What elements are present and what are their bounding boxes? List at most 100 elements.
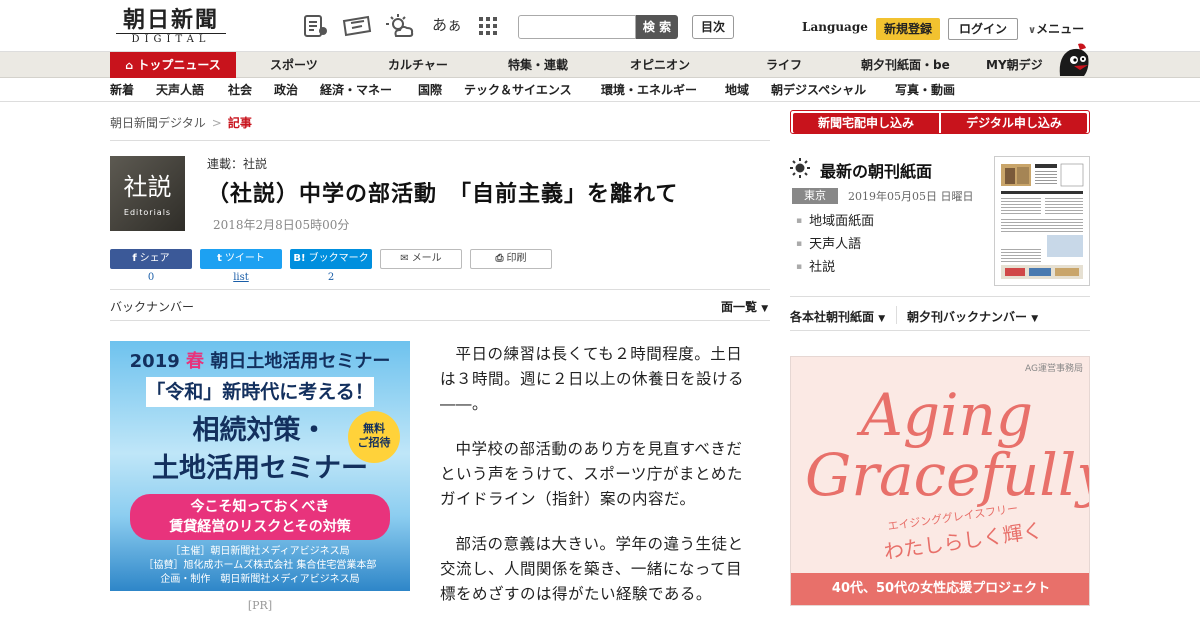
page-list-label: 面一覧 <box>721 300 758 314</box>
ad-headline: 2019 春 朝日土地活用セミナー <box>110 347 410 373</box>
hatena-share-count: 2 <box>327 272 335 283</box>
nav-tech-science[interactable]: テック＆サイエンス <box>464 78 572 102</box>
subscribe-buttons: 新聞宅配申し込み デジタル申し込み <box>790 110 1090 134</box>
ad-word-gracefully: Gracefully <box>805 441 1090 509</box>
share-label: ブックマーク <box>308 253 369 264</box>
ad-spring: 春 <box>186 351 205 372</box>
site-logo[interactable]: 朝日新聞 DIGITAL <box>112 8 230 46</box>
nav-environment[interactable]: 環境・エネルギー <box>601 78 697 102</box>
honsha-edition-dropdown[interactable]: 各本社朝刊紙面 ▼ <box>790 308 885 325</box>
ad-year: 2019 <box>129 351 180 372</box>
menu-button[interactable]: ∨メニュー <box>1028 20 1084 37</box>
divider <box>790 296 1090 297</box>
home-delivery-button[interactable]: 新聞宅配申し込み <box>793 113 939 133</box>
menu-label: メニュー <box>1036 22 1085 36</box>
mascot-icon[interactable] <box>1054 40 1092 78</box>
caret-down-icon: ▼ <box>761 304 769 314</box>
badge-line1: 無料 <box>363 422 385 435</box>
pink-line1: 今こそ知っておくべき <box>190 499 330 515</box>
nav-opinion[interactable]: オピニオン <box>630 52 690 78</box>
facebook-share-count: 0 <box>147 272 155 283</box>
nav-features[interactable]: 特集・連載 <box>508 52 568 78</box>
breadcrumb-separator: > <box>211 116 222 130</box>
paragraph: 平日の練習は長くても２時間程度。土日は３時間。週に２日以上の休養日を設ける――。 <box>440 345 745 413</box>
latest-morning-edition-title[interactable]: 最新の朝刊紙面 <box>820 158 932 182</box>
region-badge: 東京 <box>792 188 838 204</box>
article-title: （社説）中学の部活動 「自前主義」を離れて <box>207 182 679 207</box>
grid-menu-icon[interactable] <box>478 14 498 38</box>
toc-button[interactable]: 目次 <box>692 15 734 39</box>
yukan-label: 朝夕刊バックナンバー <box>907 310 1028 324</box>
newspaper-page-image <box>999 161 1085 281</box>
mail-button[interactable]: ✉ メール <box>380 249 462 269</box>
nav-politics[interactable]: 政治 <box>274 78 298 102</box>
free-invite-badge: 無料 ご招待 <box>348 411 400 463</box>
language-link[interactable]: Language <box>802 20 868 34</box>
ad-foot3: 企画・制作 朝日新聞社メディアビジネス局 <box>160 574 360 585</box>
font-size-icon[interactable]: あぁ <box>432 14 462 35</box>
twitter-icon: t <box>217 253 222 264</box>
nav-international[interactable]: 国際 <box>418 78 442 102</box>
ad-line1: 朝日土地活用セミナー <box>210 351 391 372</box>
editorial-logo-en: Editorials <box>123 208 172 217</box>
weather-icon[interactable] <box>386 14 414 38</box>
hatena-icon: B! <box>293 253 306 264</box>
aging-gracefully-ad[interactable]: AG運営事務局 Aging Gracefully エイジンググレイスフリー わた… <box>790 356 1090 606</box>
nav-latest[interactable]: 新着 <box>110 78 134 102</box>
nav-top-news[interactable]: ⌂ トップニュース <box>110 52 236 78</box>
digital-subscribe-button[interactable]: デジタル申し込み <box>941 113 1087 133</box>
ad-band: 40代、50代の女性応援プロジェクト <box>791 573 1089 605</box>
edition-link-region[interactable]: 地域面紙面 <box>796 212 874 231</box>
login-button[interactable]: ログイン <box>948 18 1018 40</box>
edition-link-tensei[interactable]: 天声人語 <box>796 235 874 254</box>
yukan-backnumber-dropdown[interactable]: 朝夕刊バックナンバー ▼ <box>907 308 1038 325</box>
news-feed-icon[interactable] <box>302 14 328 38</box>
chevron-down-icon: ∨ <box>1028 25 1037 36</box>
ad-footer: ［主催］朝日新聞社メディアビジネス局 ［協賛］旭化成ホームズ株式会社 集合住宅営… <box>110 545 410 587</box>
divider <box>110 320 770 321</box>
newspaper-thumbnail[interactable] <box>994 156 1090 286</box>
facebook-share-button[interactable]: f シェア <box>110 249 192 269</box>
site-header: 朝日新聞 DIGITAL あぁ 検 索 目次 Language 新規登録 ログイ… <box>0 0 1200 52</box>
search-button[interactable]: 検 索 <box>636 15 678 39</box>
pink-line2: 賃貸経営のリスクとその対策 <box>169 519 351 535</box>
search-input[interactable] <box>518 15 636 39</box>
series-label[interactable]: 連載：社説 <box>207 155 267 172</box>
paragraph: 部活の意義は大きい。学年の違う生徒と交流し、人間関係を築き、一緒になって目標をめ… <box>440 535 744 603</box>
nav-sports[interactable]: スポーツ <box>270 52 318 78</box>
ad-office-label: AG運営事務局 <box>1025 364 1083 374</box>
register-button[interactable]: 新規登録 <box>876 18 940 40</box>
twitter-share-count[interactable]: list <box>200 272 282 283</box>
share-label: メール <box>411 253 442 264</box>
seminar-ad-banner[interactable]: 2019 春 朝日土地活用セミナー 「令和」新時代に考える！ 相続対策・ 土地活… <box>110 341 410 591</box>
badge-line2: ご招待 <box>357 436 391 449</box>
twitter-share-button[interactable]: t ツイート <box>200 249 282 269</box>
ad-foot2: ［協賛］旭化成ホームズ株式会社 集合住宅営業本部 <box>143 560 377 571</box>
caret-down-icon: ▼ <box>1031 314 1039 324</box>
nav-my-asadigi[interactable]: MY朝デジ <box>986 52 1043 78</box>
nav-region[interactable]: 地域 <box>725 78 749 102</box>
ad-foot1: ［主催］朝日新聞社メディアビジネス局 <box>170 546 350 557</box>
article-body: 平日の練習は長くても２時間程度。土日は３時間。週に２日以上の休養日を設ける――。… <box>440 342 746 627</box>
nav-paper[interactable]: 朝夕刊紙面・be <box>861 52 950 78</box>
hatena-bookmark-button[interactable]: B! ブックマーク <box>290 249 372 269</box>
nav-special[interactable]: 朝デジスペシャル <box>771 78 866 102</box>
divider <box>790 330 1090 331</box>
ticket-icon[interactable] <box>342 14 372 38</box>
nav-society[interactable]: 社会 <box>228 78 252 102</box>
primary-nav: ⌂ トップニュース スポーツ カルチャー 特集・連載 オピニオン ライフ 朝夕刊… <box>0 52 1200 78</box>
nav-photo-video[interactable]: 写真・動画 <box>895 78 955 102</box>
nav-life[interactable]: ライフ <box>766 52 802 78</box>
nav-economy[interactable]: 経済・マネー <box>320 78 392 102</box>
secondary-nav: 新着 天声人語 社会 政治 経済・マネー 国際 テック＆サイエンス 環境・エネル… <box>0 78 1200 102</box>
page-list-dropdown[interactable]: 面一覧 ▼ <box>721 298 768 315</box>
nav-tensei-jingo[interactable]: 天声人語 <box>156 78 204 102</box>
edition-link-editorial[interactable]: 社説 <box>796 258 874 277</box>
nav-culture[interactable]: カルチャー <box>388 52 448 78</box>
divider <box>110 140 770 141</box>
edition-date: 2019年05月05日 日曜日 <box>848 190 974 203</box>
divider <box>896 306 897 324</box>
print-button[interactable]: ⎙ 印刷 <box>470 249 552 269</box>
logo-sub-text: DIGITAL <box>116 33 226 46</box>
breadcrumb-home[interactable]: 朝日新聞デジタル <box>110 116 206 130</box>
